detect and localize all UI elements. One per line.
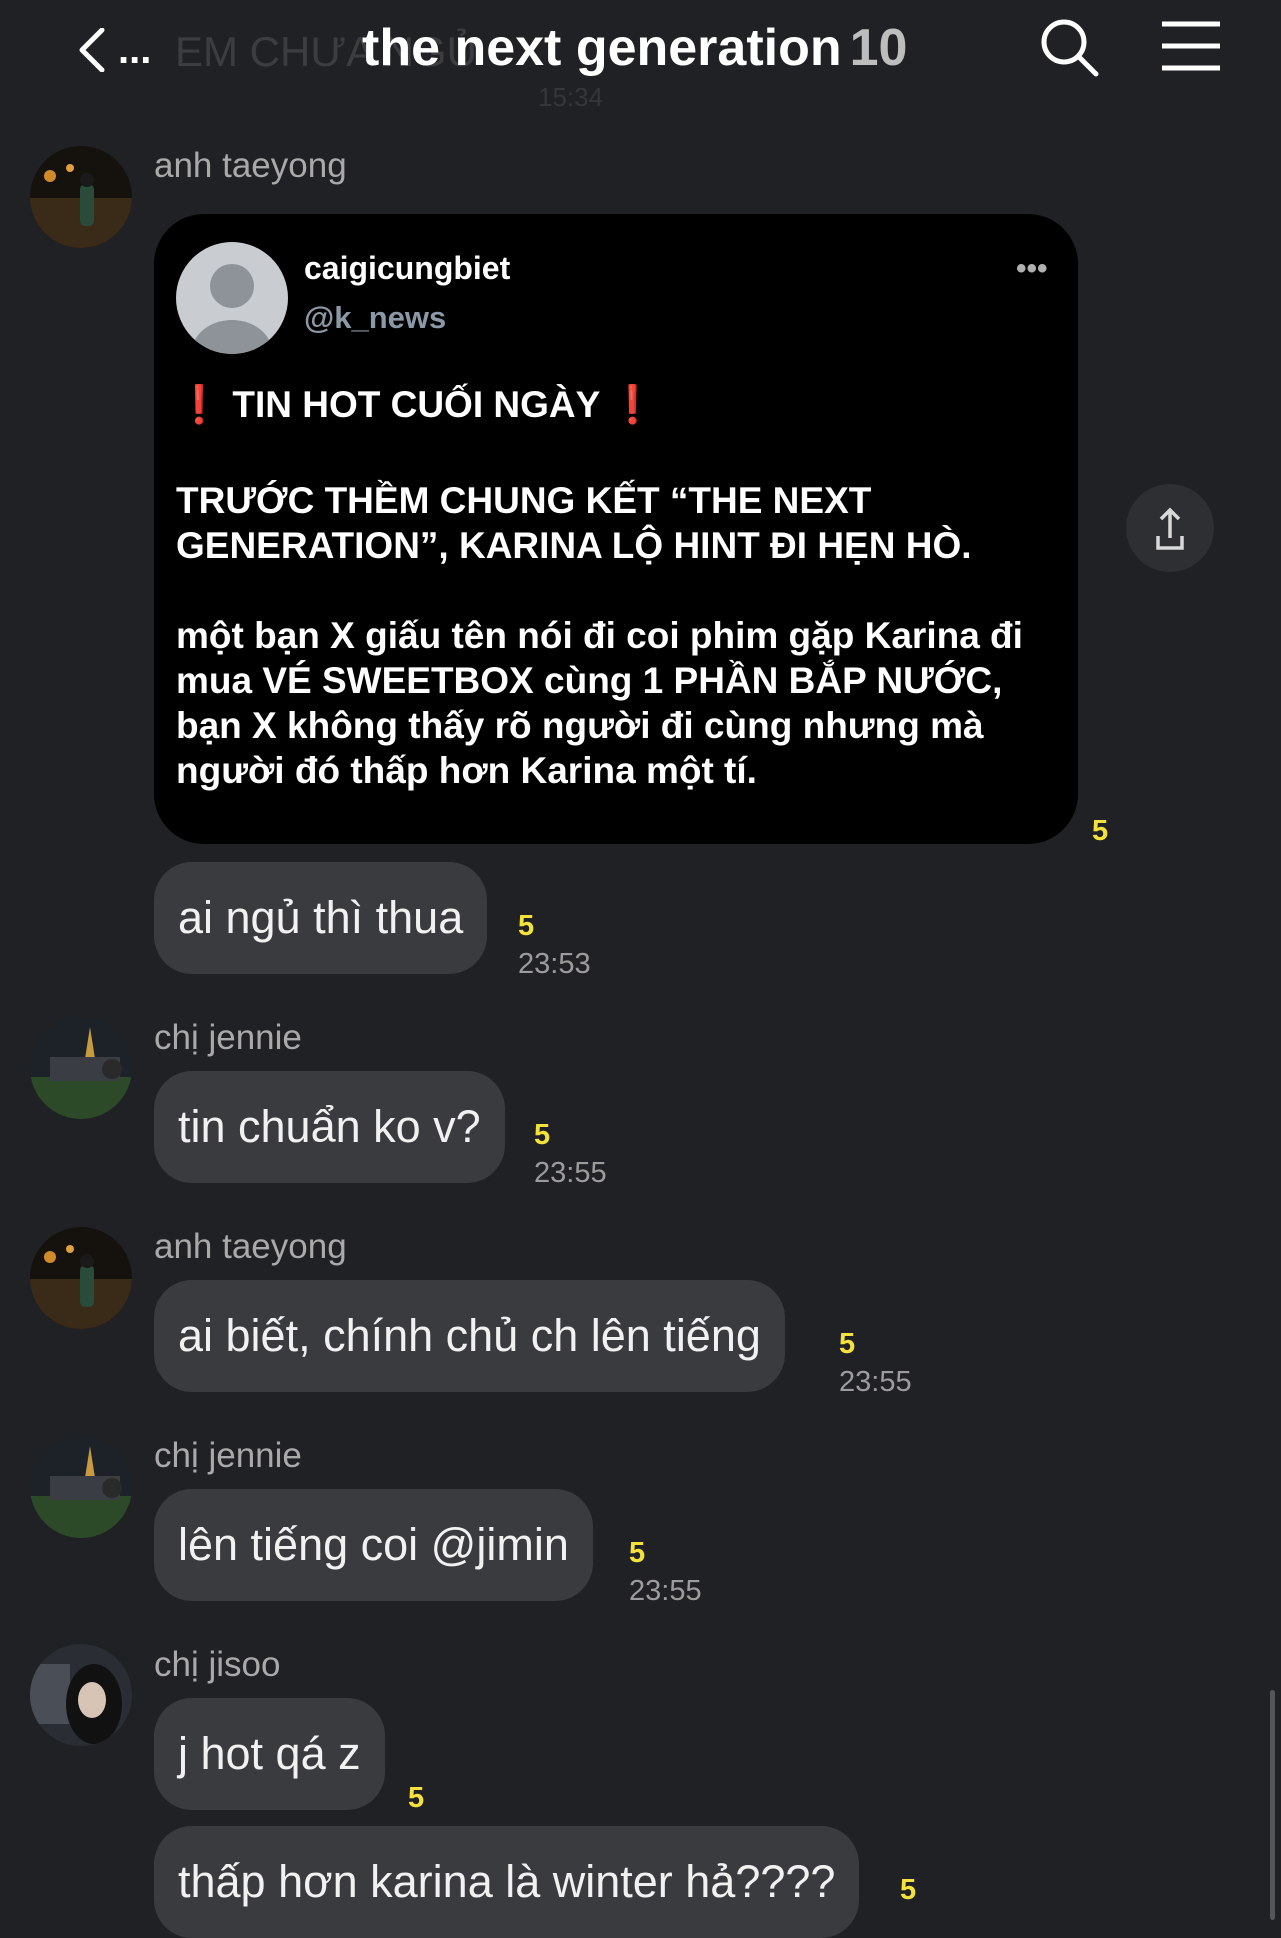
- message-bubble[interactable]: ai biết, chính chủ ch lên tiếng: [154, 1280, 785, 1392]
- sender-name: chị jennie: [154, 1436, 302, 1475]
- message-time: 23:55: [839, 1366, 912, 1398]
- back-dots: ...: [118, 28, 152, 72]
- message-time: 23:55: [629, 1575, 702, 1607]
- message-bubble[interactable]: j hot qá z: [154, 1698, 385, 1810]
- sender-name: anh taeyong: [154, 1227, 347, 1266]
- unread-count: 5: [629, 1537, 646, 1569]
- tweet-headline: ❗ TIN HOT CUỐI NGÀY ❗: [176, 382, 1056, 427]
- avatar-taeyong[interactable]: [30, 1227, 132, 1329]
- unread-count: 5: [900, 1874, 917, 1906]
- share-icon: [1156, 507, 1184, 550]
- avatar-photo: [30, 146, 132, 248]
- member-count: 10: [849, 19, 908, 77]
- unread-count: 5: [839, 1328, 856, 1360]
- search-icon[interactable]: [1036, 14, 1102, 80]
- avatar-jennie[interactable]: [30, 1436, 132, 1538]
- avatar-jennie[interactable]: [30, 1017, 132, 1119]
- scrollbar[interactable]: [1270, 1690, 1275, 1920]
- sender-name: anh taeyong: [154, 146, 347, 185]
- tweet-paragraph-1: TRƯỚC THỀM CHUNG KẾT “THE NEXT GENERATIO…: [176, 480, 972, 566]
- message-bubble[interactable]: lên tiếng coi @jimin: [154, 1489, 593, 1601]
- faded-preview-time: 15:34: [538, 82, 604, 112]
- chat-title-text: the next generation: [362, 19, 842, 77]
- avatar-photo: [30, 1436, 132, 1538]
- message-bubble[interactable]: tin chuẩn ko v?: [154, 1071, 505, 1183]
- avatar-taeyong[interactable]: [30, 146, 132, 248]
- tweet-headline-text: TIN HOT CUỐI NGÀY: [232, 384, 600, 425]
- more-icon[interactable]: •••: [1016, 252, 1048, 286]
- unread-count: 5: [518, 910, 535, 942]
- sender-name: chị jisoo: [154, 1645, 281, 1684]
- chat-header: EM CHƯA NGỦ 15:34 ... the next generatio…: [0, 0, 1281, 112]
- tweet-paragraph-2: một bạn X giấu tên nói đi coi phim gặp K…: [176, 615, 1023, 791]
- chat-title: the next generation 10: [362, 18, 907, 78]
- message-bubble[interactable]: ai ngủ thì thua: [154, 862, 488, 974]
- unread-count: 5: [408, 1782, 425, 1814]
- avatar-photo: [30, 1644, 132, 1746]
- exclamation-icon: ❗: [609, 384, 656, 425]
- unread-count: 5: [1092, 815, 1109, 847]
- avatar-photo: [30, 1227, 132, 1329]
- default-avatar-icon: [176, 242, 288, 354]
- exclamation-icon: ❗: [176, 384, 223, 425]
- back-button[interactable]: ...: [64, 14, 174, 84]
- message-time: 23:55: [534, 1157, 607, 1189]
- tweet-author-name: caigicungbiet: [304, 250, 511, 286]
- chevron-left-icon: [79, 28, 105, 72]
- tweet-image-card[interactable]: caigicungbiet @k_news ••• ❗ TIN HOT CUỐI…: [154, 214, 1078, 844]
- share-button[interactable]: [1126, 484, 1214, 572]
- avatar-photo: [30, 1017, 132, 1119]
- sender-name: chị jennie: [154, 1018, 302, 1057]
- avatar-jisoo[interactable]: [30, 1644, 132, 1746]
- message-bubble[interactable]: thấp hơn karina là winter hả????: [154, 1826, 860, 1938]
- tweet-author-handle: @k_news: [304, 300, 447, 335]
- menu-icon[interactable]: [1158, 18, 1224, 74]
- message-time: 23:53: [518, 948, 591, 980]
- unread-count: 5: [534, 1119, 551, 1151]
